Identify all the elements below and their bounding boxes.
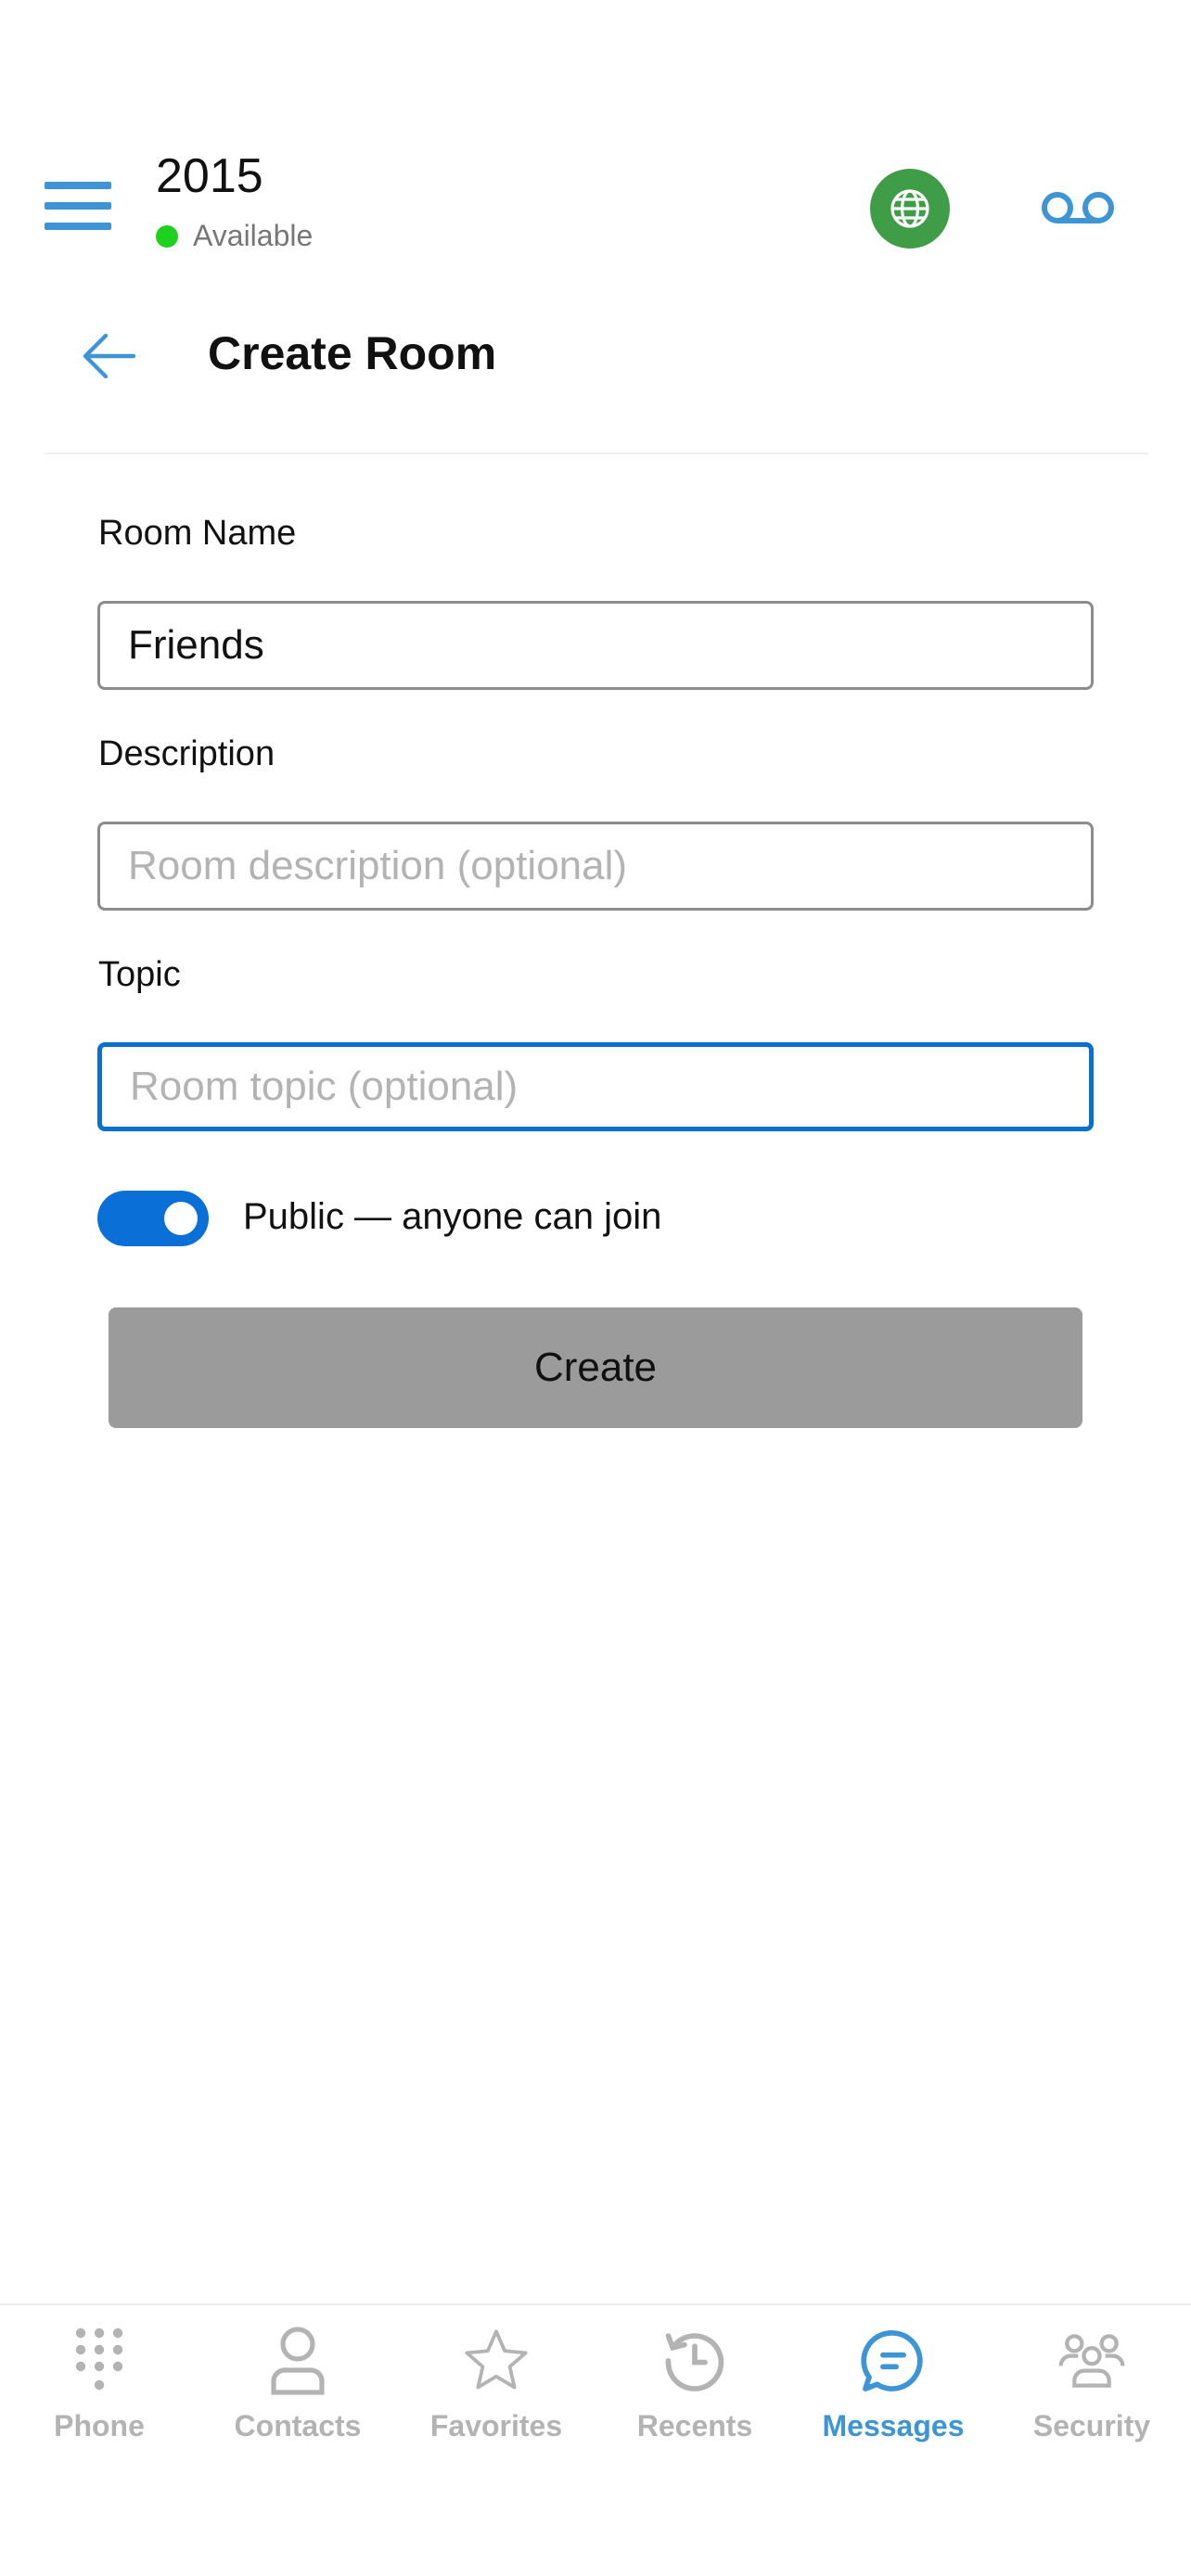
nav-label: Phone [54,2409,145,2442]
voicemail-icon [1042,192,1114,223]
nav-item-security[interactable]: Security [992,2324,1191,2481]
star-icon [459,2324,533,2398]
back-button[interactable] [80,326,139,386]
nav-label: Contacts [234,2409,362,2442]
bottom-nav: Phone Contacts Favorites Recents Message… [0,2303,1191,2576]
dialpad-icon [62,2324,136,2398]
voicemail-button[interactable] [1039,182,1117,234]
history-icon [658,2324,732,2398]
globe-icon [890,189,929,228]
arrow-left-icon [83,333,136,379]
presence-status[interactable]: Available [156,219,313,253]
nav-item-messages[interactable]: Messages [794,2324,992,2481]
hamburger-menu-icon [45,182,111,189]
page-title: Create Room [208,327,497,379]
topic-label: Topic [98,955,181,994]
nav-label: Messages [822,2409,965,2442]
room-name-label: Room Name [98,514,297,553]
room-name-input[interactable] [97,601,1094,690]
nav-label: Recents [636,2409,753,2442]
menu-button[interactable] [45,182,111,230]
chat-bubble-icon [856,2324,930,2398]
extension-number: 2015 [156,149,263,203]
group-icon [1055,2324,1129,2398]
nav-item-phone[interactable]: Phone [0,2324,198,2481]
topic-input[interactable] [97,1042,1094,1131]
description-input[interactable] [97,822,1094,911]
toggle-knob [164,1202,198,1235]
public-toggle[interactable] [97,1191,209,1246]
status-text: Available [193,219,314,252]
nav-label: Security [1032,2409,1151,2442]
status-dot [156,224,178,248]
person-icon [261,2324,335,2398]
nav-label: Favorites [429,2409,563,2442]
nav-item-contacts[interactable]: Contacts [198,2324,397,2481]
divider [45,453,1148,454]
nav-item-recents[interactable]: Recents [596,2324,794,2481]
public-toggle-label: Public — anyone can join [243,1196,662,1237]
globe-button[interactable] [870,169,950,249]
description-label: Description [98,734,275,773]
nav-item-favorites[interactable]: Favorites [397,2324,596,2481]
create-button[interactable]: Create [109,1307,1082,1428]
